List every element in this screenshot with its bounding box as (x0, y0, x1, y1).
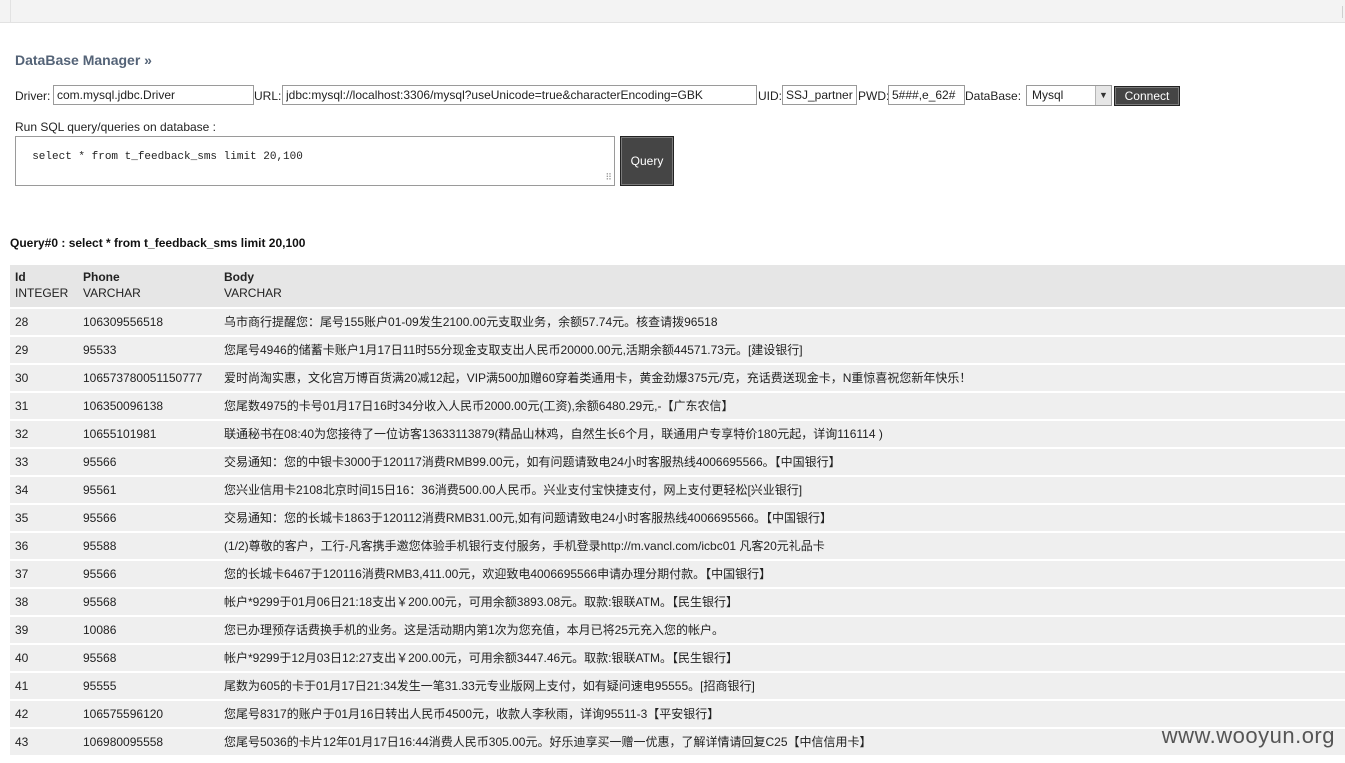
cell-body: 爱时尚淘实惠，文化宫万博百货满20减12起，VIP满500加赠60穿着类通用卡，… (219, 365, 1345, 393)
cell-body: 您兴业信用卡2108北京时间15日16：36消费500.00人民币。兴业支付宝快… (219, 477, 1345, 505)
cell-body: 交易通知：您的长城卡1863于120112消费RMB31.00元,如有问题请致电… (219, 505, 1345, 533)
uid-input[interactable] (782, 85, 857, 105)
cell-id: 43 (10, 729, 78, 757)
database-label: DataBase: (965, 89, 1022, 103)
cell-body: (1/2)尊敬的客户，工行-凡客携手邀您体验手机银行支付服务，手机登录http:… (219, 533, 1345, 561)
connect-button[interactable]: Connect (1114, 86, 1180, 106)
cell-phone: 95566 (78, 505, 219, 533)
watermark: www.wooyun.org (1161, 723, 1335, 748)
cell-id: 32 (10, 421, 78, 449)
pwd-input[interactable] (888, 85, 965, 105)
query-result-caption: Query#0 : select * from t_feedback_sms l… (10, 236, 306, 250)
cell-body: 乌市商行提醒您：尾号155账户01-09发生2100.00元支取业务，余额57.… (219, 309, 1345, 337)
resize-grip-icon[interactable]: ⠿ (605, 174, 612, 183)
cell-phone: 95568 (78, 589, 219, 617)
url-label: URL: (254, 89, 282, 103)
table-row: 28 106309556518 乌市商行提醒您：尾号155账户01-09发生2100… (10, 309, 1345, 337)
table-header-row: Id INTEGER Phone VARCHAR Body VARCHAR (10, 265, 1345, 309)
column-name: Phone (83, 270, 120, 284)
table-row: 29 95533 您尾号4946的储蓄卡账户1月17日11时55分现金支取支出人民币… (10, 337, 1345, 365)
cell-phone: 95533 (78, 337, 219, 365)
sql-query-textarea[interactable]: select * from t_feedback_sms limit 20,10… (15, 136, 615, 186)
cell-phone: 10086 (78, 617, 219, 645)
cell-id: 35 (10, 505, 78, 533)
query-button[interactable]: Query (620, 136, 674, 186)
run-sql-label: Run SQL query/queries on database : (15, 120, 217, 134)
cell-body: 帐户*9299于12月03日12:27支出￥200.00元，可用余额3447.4… (219, 645, 1345, 673)
cell-id: 33 (10, 449, 78, 477)
table-row: 37 95566 您的长城卡6467于120116消费RMB3,411.00元，欢迎… (10, 561, 1345, 589)
column-header-phone: Phone VARCHAR (78, 265, 219, 309)
cell-id: 38 (10, 589, 78, 617)
pwd-label: PWD: (858, 89, 890, 103)
chevron-down-icon: ▼ (1095, 86, 1111, 105)
table-row: 34 95561 您兴业信用卡2108北京时间15日16：36消费500.00人民币… (10, 477, 1345, 505)
cell-phone: 95566 (78, 449, 219, 477)
results-table: Id INTEGER Phone VARCHAR Body VARCHAR 28… (10, 265, 1345, 757)
top-bar-edge (1342, 6, 1343, 18)
cell-phone: 95568 (78, 645, 219, 673)
cell-phone: 95561 (78, 477, 219, 505)
driver-input[interactable] (53, 85, 254, 105)
sql-query-text: select * from t_feedback_sms limit 20,10… (32, 151, 303, 163)
table-row: 43 106980095558 您尾号5036的卡片12年01月17日16:44消费… (10, 729, 1345, 757)
cell-phone: 106573780051150777 (78, 365, 219, 393)
top-bar-inner (10, 0, 1345, 22)
cell-phone: 95588 (78, 533, 219, 561)
cell-body: 交易通知：您的中银卡3000于120117消费RMB99.00元，如有问题请致电… (219, 449, 1345, 477)
table-row: 35 95566 交易通知：您的长城卡1863于120112消费RMB31.00元,… (10, 505, 1345, 533)
cell-phone: 95566 (78, 561, 219, 589)
cell-id: 41 (10, 673, 78, 701)
cell-body: 您尾号4946的储蓄卡账户1月17日11时55分现金支取支出人民币20000.0… (219, 337, 1345, 365)
cell-id: 37 (10, 561, 78, 589)
database-select-value: Mysql (1032, 88, 1064, 102)
table-row: 41 95555 尾数为605的卡于01月17日21:34发生一笔31.33元专业版… (10, 673, 1345, 701)
table-row: 40 95568 帐户*9299于12月03日12:27支出￥200.00元，可用余… (10, 645, 1345, 673)
column-header-body: Body VARCHAR (219, 265, 1345, 309)
column-type: VARCHAR (83, 286, 141, 300)
table-row: 39 10086 您已办理预存话费换手机的业务。这是活动期内第1次为您充值，本月已将… (10, 617, 1345, 645)
driver-label: Driver: (15, 89, 51, 103)
table-row: 36 95588 (1/2)尊敬的客户，工行-凡客携手邀您体验手机银行支付服务，手机… (10, 533, 1345, 561)
column-type: VARCHAR (224, 286, 282, 300)
cell-phone: 106309556518 (78, 309, 219, 337)
column-name: Body (224, 270, 254, 284)
uid-label: UID: (758, 89, 782, 103)
database-select[interactable]: Mysql ▼ (1026, 85, 1112, 106)
connection-form: Driver: URL: UID: PWD: DataBase: Mysql ▼… (15, 85, 1335, 107)
cell-id: 29 (10, 337, 78, 365)
cell-body: 帐户*9299于01月06日21:18支出￥200.00元，可用余额3893.0… (219, 589, 1345, 617)
table-row: 33 95566 交易通知：您的中银卡3000于120117消费RMB99.00元，… (10, 449, 1345, 477)
cell-id: 42 (10, 701, 78, 729)
table-row: 38 95568 帐户*9299于01月06日21:18支出￥200.00元，可用余… (10, 589, 1345, 617)
column-header-id: Id INTEGER (10, 265, 78, 309)
cell-id: 34 (10, 477, 78, 505)
page-title: DataBase Manager » (15, 52, 152, 68)
table-row: 32 10655101981 联通秘书在08:40为您接待了一位访客13633113… (10, 421, 1345, 449)
cell-id: 39 (10, 617, 78, 645)
cell-phone: 95555 (78, 673, 219, 701)
top-bar (0, 0, 1345, 23)
cell-phone: 106980095558 (78, 729, 219, 757)
cell-id: 36 (10, 533, 78, 561)
table-row: 31 106350096138 您尾数4975的卡号01月17日16时34分收入人民… (10, 393, 1345, 421)
cell-phone: 106350096138 (78, 393, 219, 421)
cell-phone: 10655101981 (78, 421, 219, 449)
table-row: 42 106575596120 您尾号8317的账户于01月16日转出人民币4500… (10, 701, 1345, 729)
cell-id: 40 (10, 645, 78, 673)
cell-id: 30 (10, 365, 78, 393)
cell-phone: 106575596120 (78, 701, 219, 729)
column-type: INTEGER (15, 286, 69, 300)
table-row: 30 106573780051150777 爱时尚淘实惠，文化宫万博百货满20减12… (10, 365, 1345, 393)
cell-body: 您尾数4975的卡号01月17日16时34分收入人民币2000.00元(工资),… (219, 393, 1345, 421)
cell-id: 28 (10, 309, 78, 337)
column-name: Id (15, 270, 26, 284)
cell-body: 联通秘书在08:40为您接待了一位访客13633113879(精品山林鸡，自然生… (219, 421, 1345, 449)
cell-body: 您的长城卡6467于120116消费RMB3,411.00元，欢迎致电40066… (219, 561, 1345, 589)
cell-body: 尾数为605的卡于01月17日21:34发生一笔31.33元专业版网上支付，如有… (219, 673, 1345, 701)
url-input[interactable] (282, 85, 757, 105)
cell-id: 31 (10, 393, 78, 421)
cell-body: 您已办理预存话费换手机的业务。这是活动期内第1次为您充值，本月已将25元充入您的… (219, 617, 1345, 645)
